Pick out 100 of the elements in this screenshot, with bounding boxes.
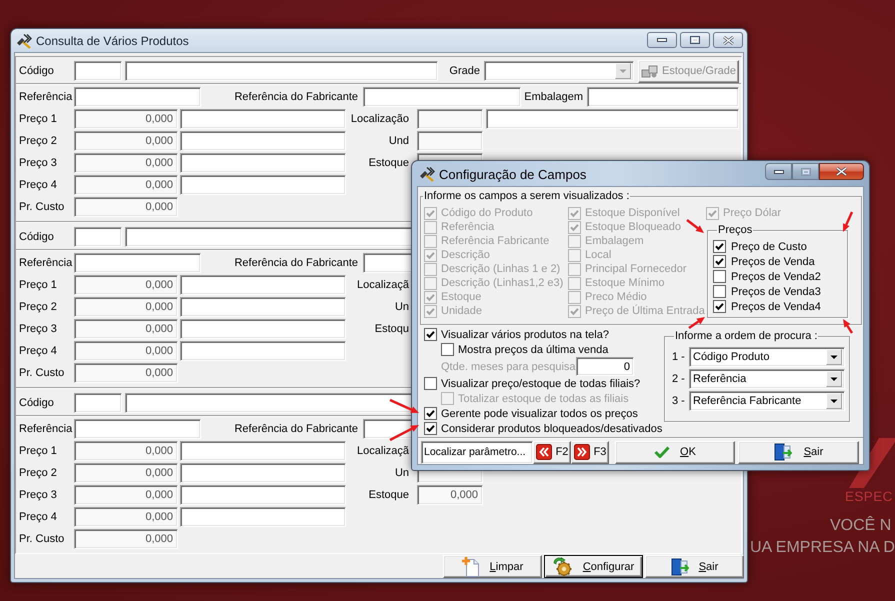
code-field[interactable] [74, 393, 122, 413]
price-field[interactable]: 0,000 [74, 175, 178, 195]
exit-button[interactable]: Sair [738, 440, 859, 464]
checkbox-label: Descrição (Linhas1,2 e3) [441, 277, 564, 289]
code-field[interactable] [74, 227, 122, 247]
input-field[interactable] [180, 507, 346, 527]
checkbox[interactable] [713, 300, 726, 313]
input-field[interactable] [180, 319, 346, 339]
description-field[interactable] [125, 61, 438, 81]
previous-button[interactable]: F2 [533, 440, 571, 464]
maximize-icon [690, 36, 700, 44]
ok-button[interactable]: OK [615, 440, 735, 464]
input-field[interactable] [180, 109, 346, 129]
gear-icon [552, 556, 573, 576]
input-field[interactable] [180, 131, 346, 151]
group-title: Preços [717, 224, 754, 237]
checkbox[interactable] [713, 270, 726, 283]
price-field[interactable]: 0,000 [74, 319, 178, 339]
clear-button[interactable]: Limpar [443, 555, 542, 578]
input-field[interactable] [587, 87, 739, 107]
minimize-button[interactable] [765, 163, 792, 180]
price-field[interactable]: 0,000 [74, 485, 178, 505]
input-field[interactable] [74, 87, 201, 107]
checkbox-label: Estoque Disponível [585, 207, 680, 219]
checkbox[interactable] [441, 343, 454, 356]
input-field[interactable] [180, 485, 346, 505]
checkbox[interactable] [424, 422, 437, 435]
field-label: Pr. Custo [19, 533, 66, 545]
checkbox-label: Preço Dólar [723, 207, 782, 219]
checkbox-label: Estoque [441, 291, 482, 303]
input-field[interactable] [180, 153, 346, 173]
input-field[interactable] [74, 253, 201, 273]
price-field[interactable]: 0,000 [74, 363, 178, 383]
maximize-button[interactable] [680, 32, 710, 48]
input-field[interactable] [180, 441, 346, 461]
field-label: Referência [19, 91, 74, 103]
dropdown[interactable]: Código Produto [689, 347, 845, 367]
field-label: Und [388, 135, 409, 147]
next-button[interactable]: F3 [571, 440, 609, 464]
dropdown[interactable]: Referência [689, 369, 845, 389]
checkbox-label: Gerente pode visualizar todos os preços [441, 408, 638, 420]
field-label: Un [394, 467, 409, 479]
arrow-icon [840, 209, 855, 235]
checkbox-label: Local [585, 249, 612, 261]
input-field[interactable]: 0,000 [417, 485, 483, 505]
checkbox-label: Considerar produtos bloqueados/desativados [441, 422, 662, 434]
dropdown[interactable]: Referência Fabricante [689, 391, 845, 411]
checkbox-label: Preço de Custo [731, 240, 807, 252]
input-field[interactable] [417, 131, 483, 151]
arrow-icon [387, 422, 422, 443]
checkbox[interactable] [424, 328, 437, 341]
close-icon [722, 36, 734, 44]
price-field[interactable]: 0,000 [74, 529, 178, 549]
price-field[interactable]: 0,000 [74, 275, 178, 295]
input-field[interactable] [363, 87, 521, 107]
price-field[interactable]: 0,000 [74, 507, 178, 527]
checkbox[interactable] [424, 377, 437, 390]
checkbox[interactable] [713, 285, 726, 298]
minimize-button[interactable] [647, 32, 677, 48]
input-field[interactable] [180, 341, 346, 361]
input-field[interactable] [486, 109, 739, 129]
checkbox-label: Estoque Mínimo [585, 277, 664, 289]
input-field[interactable] [417, 109, 483, 129]
field-label: Referência do Fabricante [233, 91, 358, 103]
configure-button[interactable]: Configurar [544, 555, 643, 578]
price-field[interactable]: 0,000 [74, 131, 178, 151]
price-field[interactable]: 0,000 [74, 109, 178, 129]
code-field[interactable] [74, 61, 122, 81]
caret-icon [826, 349, 842, 365]
group-title: Informe os campos a serem visualizados : [423, 190, 630, 203]
caret-icon [826, 371, 842, 387]
double-right-icon [574, 444, 590, 460]
price-field[interactable]: 0,000 [74, 297, 178, 317]
checkbox[interactable] [424, 407, 437, 420]
checkbox-label: Unidade [441, 305, 482, 317]
field-label: Preço 1 [19, 279, 58, 291]
price-field[interactable]: 0,000 [74, 441, 178, 461]
checkbox[interactable] [713, 255, 726, 268]
price-field[interactable]: 0,000 [74, 153, 178, 173]
input-field[interactable] [180, 463, 346, 483]
checkbox[interactable] [713, 240, 726, 253]
price-field[interactable]: 0,000 [74, 341, 178, 361]
field-label: Código [19, 65, 55, 77]
input-field[interactable] [180, 275, 346, 295]
field-label: Preço 4 [19, 179, 58, 191]
input-field[interactable] [180, 175, 346, 195]
input-field[interactable] [74, 419, 201, 439]
close-icon [836, 167, 847, 176]
checkbox-label: Descrição (Linhas 1 e 2) [441, 263, 560, 275]
price-field[interactable]: 0,000 [74, 463, 178, 483]
arrow-icon [686, 314, 708, 331]
input-field[interactable] [180, 297, 346, 317]
close-button[interactable] [819, 163, 864, 180]
close-button[interactable] [713, 32, 743, 48]
exit-button[interactable]: Sair [645, 555, 744, 578]
price-field[interactable]: 0,000 [74, 197, 178, 217]
wallpaper-text: VOCÊ N [830, 518, 892, 534]
field-label: Embalagem [523, 91, 583, 103]
search-field[interactable]: Localizar parâmetro... [421, 440, 533, 464]
checkbox-label: Principal Fornecedor [585, 263, 686, 275]
